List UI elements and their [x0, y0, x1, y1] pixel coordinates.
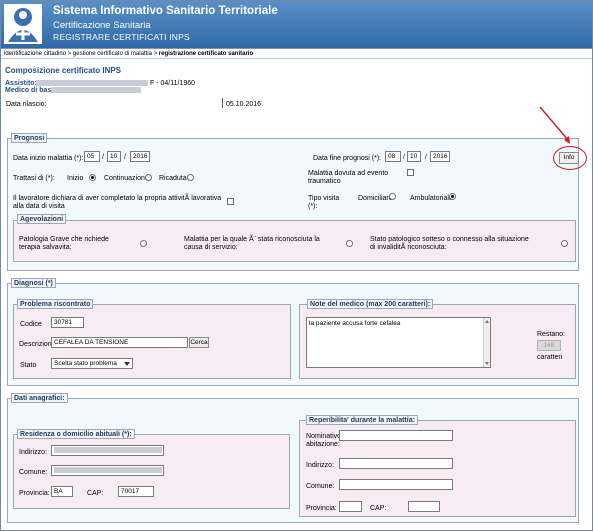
- descrizione-input[interactable]: CEFALEA DA TENSIONE: [51, 337, 188, 348]
- rep-provincia-label: Provincia:: [306, 505, 337, 512]
- opt-continuazione-label: Continuazione: [104, 175, 149, 182]
- comune-label: Comune:: [19, 469, 48, 476]
- agevolazioni-legend: Agevolazioni: [17, 214, 67, 224]
- breadcrumb-link-gestione[interactable]: gestione certificato di malattia: [73, 51, 152, 57]
- breadcrumb-separator: >: [66, 51, 73, 57]
- evento-traumatico-checkbox[interactable]: [407, 169, 414, 176]
- assistito-details: F - 04/11/1960: [150, 80, 196, 87]
- data-fine-label: Data fine prognosi (*):: [313, 155, 382, 162]
- opt-inizio-label: Inizio: [67, 175, 84, 182]
- date-separator: /: [425, 154, 427, 161]
- agevolazione-patologia-label: Patologia Grave che richiede terapia sal…: [19, 236, 109, 251]
- codice-label: Codice: [20, 321, 42, 328]
- provincia-input[interactable]: BA: [51, 486, 73, 497]
- prognosi-legend: Prognosi: [11, 133, 48, 143]
- indirizzo-label: Indirizzo:: [19, 449, 48, 456]
- problema-legend: Problema riscontrato: [17, 299, 94, 309]
- breadcrumb: identificazione cittadino > gestione cer…: [1, 48, 592, 59]
- agevolazione-patologia-radio[interactable]: [140, 240, 147, 247]
- anagrafici-legend: Dati anagrafici:: [11, 393, 68, 403]
- cap-label: CAP:: [87, 490, 104, 497]
- annotation-circle: [553, 146, 587, 170]
- codice-input[interactable]: 30781: [51, 317, 84, 328]
- provincia-label: Provincia:: [19, 490, 50, 497]
- breadcrumb-current: registrazione certificato sanitario: [158, 51, 254, 57]
- rep-indirizzo-label: Indirizzo:: [306, 462, 335, 469]
- opt-domiciliare-label: Domiciliare: [358, 195, 393, 202]
- agevolazione-causa-servizio-radio[interactable]: [346, 240, 353, 247]
- trattasi-inizio-radio[interactable]: [89, 174, 96, 181]
- composition-title: Composizione certificato INPS: [5, 66, 122, 75]
- field-divider: [222, 98, 223, 108]
- assistito-label: Assistito:: [5, 80, 37, 87]
- tipo-visita-label: Tipo visita (*):: [308, 195, 340, 210]
- lavoratore-label: Il lavoratore dichiara di aver completat…: [13, 195, 222, 210]
- agevolazione-causa-servizio-label: Malattia per la quale Ã¨ stata riconosci…: [184, 236, 320, 251]
- rep-comune-label: Comune:: [306, 483, 335, 490]
- note-textarea[interactable]: la paziente accusa forte cefalea: [306, 317, 491, 368]
- date-separator: /: [403, 154, 405, 161]
- caratteri-label: caratteri: [537, 354, 563, 361]
- diagnosi-legend: Diagnosi (*): [11, 278, 56, 288]
- chevron-down-icon: [124, 362, 130, 366]
- comune-input[interactable]: [51, 465, 164, 476]
- nominativo-input[interactable]: [339, 430, 453, 441]
- trattasi-label: Trattasi di (*):: [13, 175, 55, 182]
- rep-cap-label: CAP:: [370, 505, 387, 512]
- rep-provincia-input[interactable]: [339, 501, 362, 512]
- date-separator: /: [124, 154, 126, 161]
- data-inizio-label: Data inizio malattia (*):: [13, 155, 84, 162]
- note-legend: Note del medico (max 200 caratteri):: [307, 299, 434, 309]
- breadcrumb-separator: >: [151, 51, 159, 57]
- inizio-day-input[interactable]: 05: [84, 151, 100, 162]
- annotation-arrow-icon: [539, 106, 570, 144]
- redacted-comune: [54, 467, 162, 474]
- app-header: Sistema Informativo Sanitario Territoria…: [1, 1, 592, 48]
- restano-counter: 168: [537, 340, 561, 351]
- trattasi-continuazione-radio[interactable]: [145, 174, 152, 181]
- breadcrumb-link-identificazione[interactable]: identificazione cittadino: [4, 51, 66, 57]
- reperibilita-legend: Reperibilita' durante la malattia:: [306, 415, 418, 425]
- rep-cap-input[interactable]: [408, 501, 440, 512]
- medico-label: Medico di base: [5, 87, 56, 94]
- rep-comune-input[interactable]: [339, 479, 453, 490]
- note-text: la paziente accusa forte cefalea: [309, 320, 401, 327]
- redacted-patient-name: [36, 80, 148, 86]
- lavoratore-checkbox[interactable]: [227, 198, 234, 205]
- redacted-doctor-name: [51, 87, 141, 93]
- fine-day-input[interactable]: 08: [385, 151, 401, 162]
- visita-domiciliare-radio[interactable]: [389, 193, 396, 200]
- stato-label: Stato: [20, 362, 37, 369]
- residenza-legend: Residenza o domicilio abituali (*):: [17, 429, 135, 439]
- malattia-evento-label: Malattia dovuta ad evento traumatico: [308, 170, 389, 185]
- agevolazione-invalidita-label: Stato patologico sotteso o connesso alla…: [370, 236, 529, 251]
- note-scrollbar[interactable]: [483, 318, 490, 367]
- data-rilascio-label: Data rilascio:: [6, 101, 47, 108]
- nominativo-label: Nominativo abitazione:: [306, 433, 342, 448]
- date-separator: /: [102, 154, 104, 161]
- data-rilascio-value: 05.10.2016: [226, 101, 262, 108]
- opt-ambulatoriale-label: Ambulatoriale: [410, 195, 453, 202]
- inizio-year-input[interactable]: 2016: [130, 151, 150, 162]
- app-subtitle: Certificazione Sanitaria: [53, 20, 151, 31]
- fine-year-input[interactable]: 2016: [430, 151, 450, 162]
- trattasi-ricaduta-radio[interactable]: [187, 174, 194, 181]
- stato-select-value: Scelta stato problema: [54, 360, 117, 367]
- opt-ricaduta-label: Ricaduta: [159, 175, 187, 182]
- inizio-month-input[interactable]: 10: [107, 151, 121, 162]
- stato-select[interactable]: Scelta stato problema: [51, 358, 133, 369]
- rep-indirizzo-input[interactable]: [339, 458, 453, 469]
- indirizzo-input[interactable]: [51, 445, 164, 456]
- agevolazione-invalidita-radio[interactable]: [561, 240, 568, 247]
- app-title: Sistema Informativo Sanitario Territoria…: [53, 5, 278, 17]
- cerca-button[interactable]: Cerca: [189, 337, 209, 348]
- cap-input[interactable]: 70017: [118, 486, 154, 497]
- health-logo-icon: [4, 4, 42, 44]
- page-section-title: REGISTRARE CERTIFICATI INPS: [53, 32, 190, 42]
- visita-ambulatoriale-radio[interactable]: [449, 193, 456, 200]
- restano-label: Restano:: [537, 331, 566, 338]
- fine-month-input[interactable]: 10: [407, 151, 421, 162]
- redacted-address: [54, 447, 162, 454]
